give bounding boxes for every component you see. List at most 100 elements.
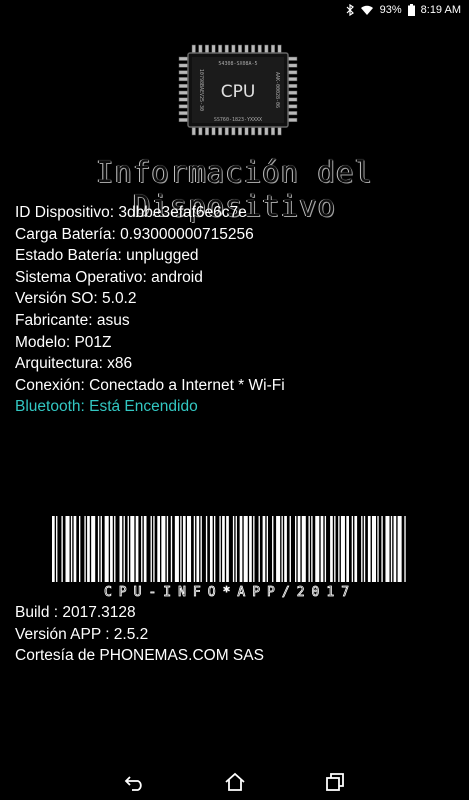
barcode-bar <box>141 516 143 582</box>
app-footer: Build : 2017.3128 Versión APP : 2.5.2 Co… <box>15 602 264 667</box>
barcode-bar <box>324 516 327 582</box>
barcode-bar <box>97 516 100 582</box>
barcode-bar <box>205 516 208 582</box>
connection: Conexión: Conectado a Internet * Wi-Fi <box>15 376 285 394</box>
barcode-bar <box>262 516 266 582</box>
barcode-bar <box>272 516 274 582</box>
barcode-bar <box>226 516 229 582</box>
home-button[interactable] <box>220 767 250 797</box>
barcode-bar <box>170 516 173 582</box>
barcode-bar <box>289 516 291 582</box>
barcode-bar <box>104 516 109 582</box>
courtesy: Cortesía de PHONEMAS.COM SAS <box>15 647 264 665</box>
barcode-bar <box>340 516 345 582</box>
chip-bottom-text: SS760-1823-YXXXX <box>214 117 262 123</box>
barcode-bar <box>70 516 73 582</box>
architecture: Arquitectura: x86 <box>15 355 133 373</box>
barcode-bar <box>381 516 383 582</box>
battery-charge: Carga Batería: 0.93000000715256 <box>15 225 254 243</box>
barcode-bar <box>371 516 376 582</box>
barcode-bar <box>91 516 96 582</box>
barcode-bar <box>239 516 243 582</box>
cpu-chip-image: CPU 54308-SX08A-5 SS760-1823-YXXXX 10798… <box>176 42 300 138</box>
barcode-bar <box>232 516 235 582</box>
barcode-text: CPU-INFO*APP/2017 <box>104 585 356 598</box>
barcode-bar <box>200 516 202 582</box>
barcode-bar <box>196 516 200 582</box>
barcode-bar <box>281 516 283 582</box>
barcode-bar <box>65 516 70 582</box>
barcode-bar <box>119 516 123 582</box>
barcode-bar <box>153 516 155 582</box>
barcode-bar <box>214 516 216 582</box>
barcode-bar <box>351 516 354 582</box>
barcode-bar <box>361 516 363 582</box>
recents-button[interactable] <box>320 767 350 797</box>
barcode-bar <box>114 516 116 582</box>
manufacturer: Fabricante: asus <box>15 311 130 329</box>
barcode-bar <box>377 516 379 582</box>
barcode-bar <box>320 516 324 582</box>
barcode-bar <box>308 516 310 582</box>
barcode-bar <box>135 516 139 582</box>
device-id: ID Dispositivo: 3dbbe3efaf6e6c7e <box>15 204 247 221</box>
barcode-bar <box>243 516 248 582</box>
build-number: Build : 2017.3128 <box>15 604 136 621</box>
barcode-bar <box>150 516 152 582</box>
barcode-bar <box>354 516 358 582</box>
barcode-bar <box>182 516 186 582</box>
battery-percent: 93% <box>379 4 402 16</box>
app-version: Versión APP : 2.5.2 <box>15 625 149 643</box>
barcode-bar <box>193 516 196 582</box>
barcode-bar <box>166 516 169 582</box>
barcode-bar <box>127 516 129 582</box>
barcode-bar <box>219 516 221 582</box>
barcode: CPU-INFO*APP/2017 <box>50 516 410 600</box>
barcode-bar <box>143 516 147 582</box>
barcode-bar <box>87 516 90 582</box>
barcode-bar <box>334 516 336 582</box>
barcode-bar <box>330 516 333 582</box>
back-button[interactable] <box>120 767 150 797</box>
chip-top-text: 54308-SX08A-5 <box>218 61 257 67</box>
battery-state: Estado Batería: unplugged <box>15 247 199 265</box>
recents-icon <box>325 773 344 791</box>
barcode-bar <box>284 516 287 582</box>
barcode-bar <box>301 516 306 582</box>
barcode-bar <box>397 516 402 582</box>
os-version: Versión SO: 5.0.2 <box>15 290 137 308</box>
barcode-bar <box>56 516 58 582</box>
barcode-bar <box>180 516 182 582</box>
chip-label: CPU <box>221 82 256 102</box>
barcode-bar <box>209 516 213 582</box>
barcode-bar <box>385 516 390 582</box>
barcode-bar <box>130 516 135 582</box>
navigation-bar <box>0 764 469 800</box>
barcode-bar <box>363 516 366 582</box>
barcode-bar <box>79 516 81 582</box>
barcode-bar <box>110 516 113 582</box>
status-bar: 93% 8:19 AM <box>0 0 469 20</box>
device-info-list: ID Dispositivo: 3dbbe3efaf6e6c7e Carga B… <box>15 202 285 418</box>
barcode-bar <box>258 516 260 582</box>
model: Modelo: P01Z <box>15 333 112 351</box>
chip-left-text: 10798BAEV25-30 <box>198 69 204 111</box>
operating-system: Sistema Operativo: android <box>15 268 203 286</box>
barcode-bar <box>276 516 281 582</box>
chip-right-text: AAK-00028-06 <box>274 72 280 108</box>
bluetooth-icon <box>346 4 354 16</box>
barcode-bar <box>266 516 268 582</box>
barcode-bar <box>84 516 86 582</box>
barcode-bar <box>52 516 55 582</box>
clock: 8:19 AM <box>420 4 461 16</box>
battery-icon <box>407 4 415 16</box>
barcode-bar <box>123 516 125 582</box>
barcode-bar <box>338 516 340 582</box>
barcode-bar <box>222 516 225 582</box>
bluetooth-status: Bluetooth: Está Encendido <box>15 398 198 416</box>
barcode-bar <box>61 516 63 582</box>
barcode-bar <box>249 516 252 582</box>
barcode-bar <box>346 516 349 582</box>
barcode-bar <box>161 516 166 582</box>
barcode-bar <box>367 516 371 582</box>
